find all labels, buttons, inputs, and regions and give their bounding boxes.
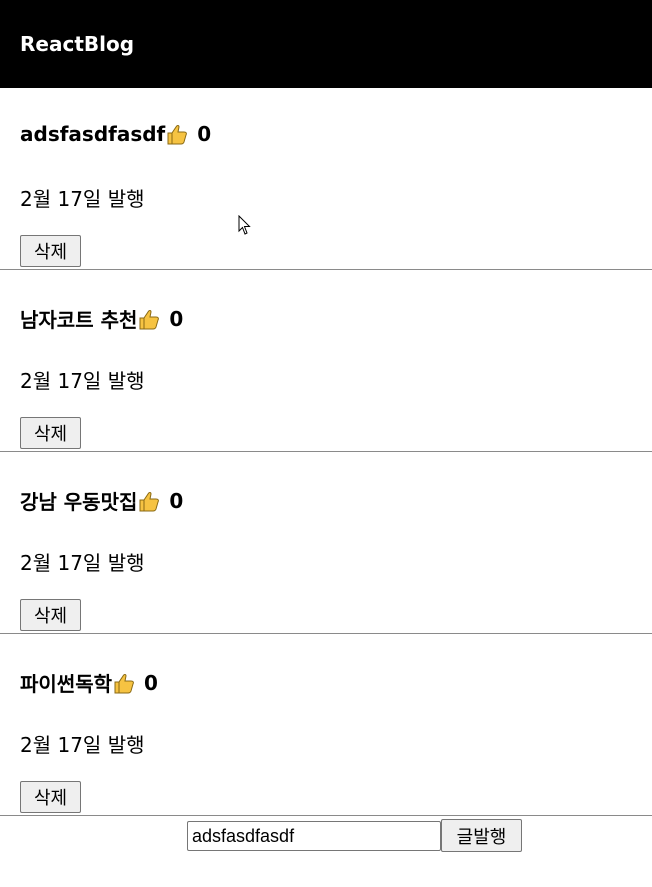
new-post-form: 글발행: [0, 816, 652, 886]
post-title-text[interactable]: 파이썬독학: [20, 668, 112, 697]
post-title-text[interactable]: 강남 우동맛집: [20, 486, 137, 515]
post-title[interactable]: 남자코트 추천 0: [20, 304, 183, 333]
publish-button[interactable]: 글발행: [441, 819, 522, 852]
post-item: 강남 우동맛집 0 2월 17일 발행 삭제: [0, 452, 652, 634]
post-date: 2월 17일 발행: [20, 733, 145, 757]
navbar: ReactBlog: [0, 0, 652, 88]
like-count: 0: [144, 670, 158, 695]
like-count: 0: [197, 122, 212, 146]
new-post-input[interactable]: [187, 821, 441, 851]
post-title-text[interactable]: 남자코트 추천: [20, 304, 137, 333]
thumbs-up-icon[interactable]: [137, 307, 161, 331]
mouse-pointer-icon: [238, 215, 251, 235]
like-count: 0: [169, 306, 184, 331]
thumbs-up-icon[interactable]: [137, 489, 161, 513]
like-count: 0: [169, 488, 184, 513]
app-title: ReactBlog: [20, 32, 135, 56]
post-date: 2월 17일 발행: [20, 369, 145, 393]
thumbs-up-icon[interactable]: [165, 122, 189, 146]
post-date: 2월 17일 발행: [20, 187, 145, 211]
delete-button[interactable]: 삭제: [20, 781, 81, 813]
post-item: adsfasdfasdf 0 2월 17일 발행 삭제: [0, 88, 652, 270]
post-list: adsfasdfasdf 0 2월 17일 발행 삭제 남자코트 추천 0 2월: [0, 88, 652, 816]
post-item: 남자코트 추천 0 2월 17일 발행 삭제: [0, 270, 652, 452]
post-title-text[interactable]: adsfasdfasdf: [20, 122, 165, 146]
post-title[interactable]: 강남 우동맛집 0: [20, 486, 183, 515]
post-title[interactable]: adsfasdfasdf 0: [20, 122, 211, 146]
delete-button[interactable]: 삭제: [20, 235, 81, 267]
post-item: 파이썬독학 0 2월 17일 발행 삭제: [0, 634, 652, 816]
post-title[interactable]: 파이썬독학 0: [20, 668, 158, 697]
delete-button[interactable]: 삭제: [20, 417, 81, 449]
post-date: 2월 17일 발행: [20, 551, 145, 575]
thumbs-up-icon[interactable]: [112, 671, 136, 695]
delete-button[interactable]: 삭제: [20, 599, 81, 631]
